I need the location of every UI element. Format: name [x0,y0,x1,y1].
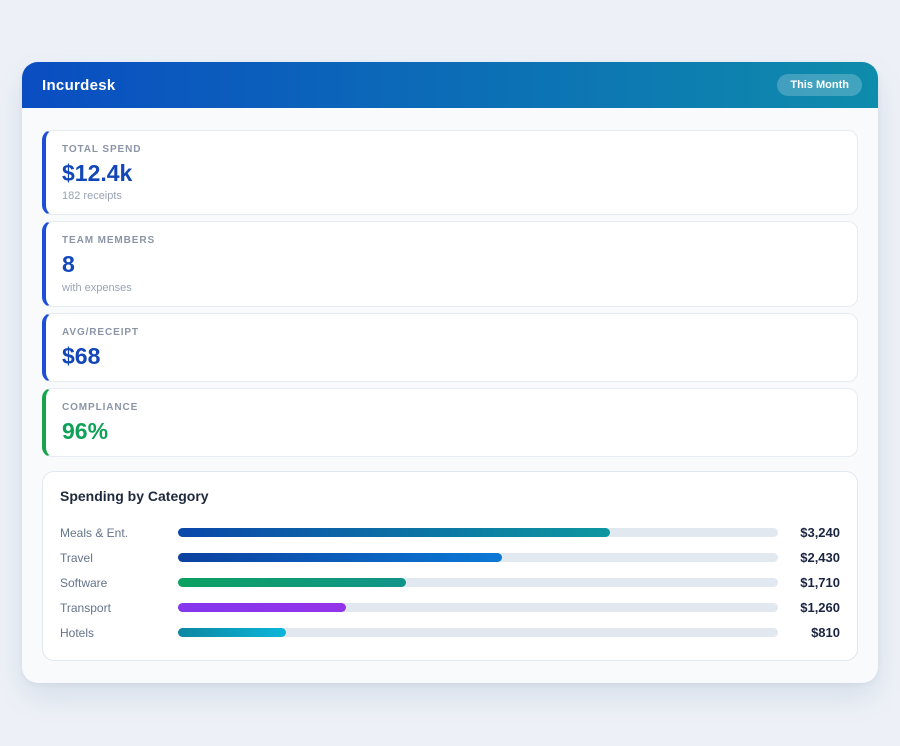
stat-subtext: 182 receipts [62,190,841,202]
category-value: $3,240 [778,525,840,540]
stat-value: 8 [62,252,841,277]
card-heading: Spending by Category [60,488,840,504]
category-row-travel: Travel $2,430 [60,545,840,570]
dashboard-panel: Incurdesk This Month TOTAL SPEND $12.4k … [22,62,878,683]
category-value: $810 [778,625,840,640]
category-label: Hotels [60,626,178,640]
stat-label: AVG/RECEIPT [62,327,841,338]
stat-card-total-spend: TOTAL SPEND $12.4k 182 receipts [42,130,858,215]
category-label: Travel [60,551,178,565]
panel-body: TOTAL SPEND $12.4k 182 receipts TEAM MEM… [22,108,878,683]
bar-fill-hotels [178,628,286,637]
stat-label: TEAM MEMBERS [62,235,841,246]
category-label: Transport [60,601,178,615]
bar-track [178,553,778,562]
category-row-meals: Meals & Ent. $3,240 [60,520,840,545]
spending-by-category-card: Spending by Category Meals & Ent. $3,240… [42,471,858,661]
bar-fill-software [178,578,406,587]
bar-track [178,578,778,587]
category-value: $1,710 [778,575,840,590]
bar-track [178,628,778,637]
bar-track [178,603,778,612]
stat-card-compliance: COMPLIANCE 96% [42,388,858,457]
stat-card-team-members: TEAM MEMBERS 8 with expenses [42,221,858,306]
app-header: Incurdesk This Month [22,62,878,108]
category-value: $2,430 [778,550,840,565]
stat-value: $68 [62,344,841,369]
category-label: Software [60,576,178,590]
period-badge[interactable]: This Month [777,74,862,96]
stat-subtext: with expenses [62,282,841,294]
bar-fill-meals [178,528,610,537]
category-label: Meals & Ent. [60,526,178,540]
bar-track [178,528,778,537]
stat-label: TOTAL SPEND [62,144,841,155]
stat-label: COMPLIANCE [62,402,841,413]
stat-value: 96% [62,419,841,444]
bar-fill-transport [178,603,346,612]
category-row-transport: Transport $1,260 [60,595,840,620]
stat-card-avg-receipt: AVG/RECEIPT $68 [42,313,858,382]
category-value: $1,260 [778,600,840,615]
app-title: Incurdesk [42,77,116,94]
category-row-software: Software $1,710 [60,570,840,595]
stat-value: $12.4k [62,161,841,186]
bar-fill-travel [178,553,502,562]
category-row-hotels: Hotels $810 [60,620,840,645]
